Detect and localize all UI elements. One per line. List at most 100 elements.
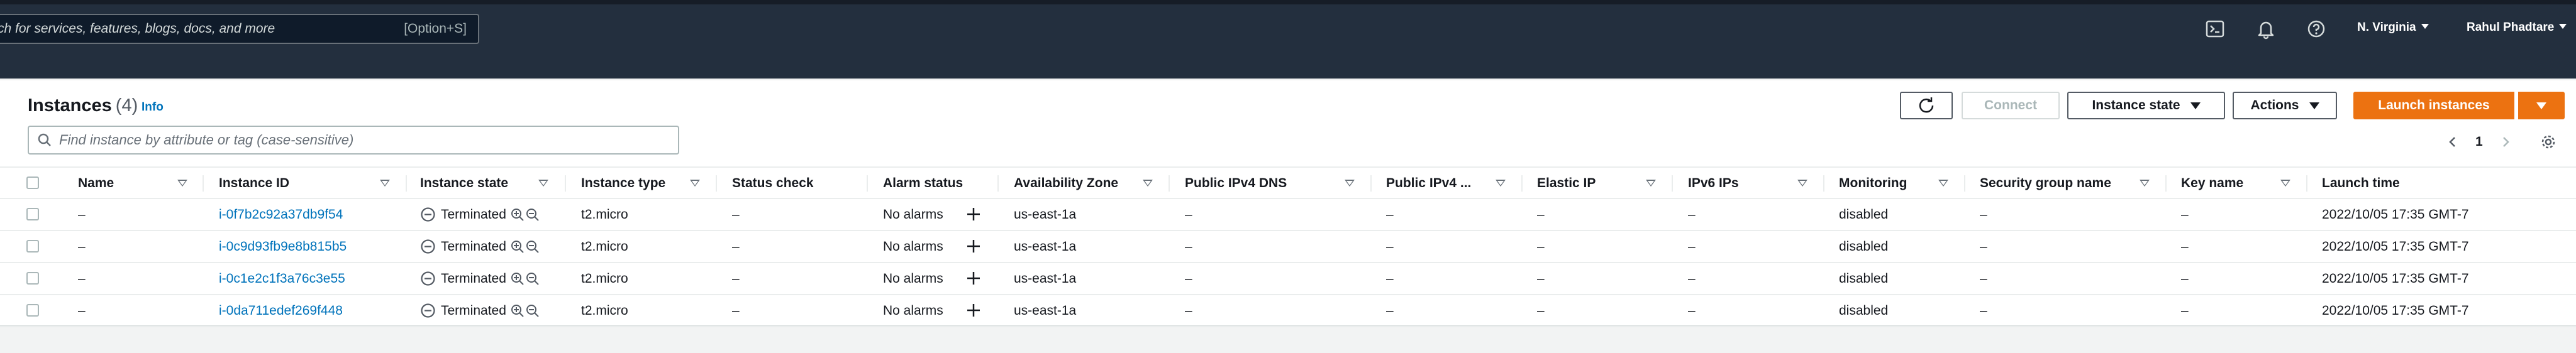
- col-public-ipv4[interactable]: Public IPv4 ...: [1386, 168, 1471, 199]
- zoom-out-icon[interactable]: [525, 303, 540, 318]
- instance-filter[interactable]: [28, 126, 679, 155]
- actions-label: Actions: [2250, 98, 2299, 112]
- sort-icon[interactable]: [1496, 180, 1506, 187]
- column-divider[interactable]: [997, 175, 999, 192]
- instance-state-button[interactable]: Instance state: [2067, 92, 2225, 119]
- chevron-right-icon[interactable]: [2499, 136, 2512, 148]
- preferences-button[interactable]: [2540, 129, 2557, 155]
- col-name[interactable]: Name: [78, 168, 114, 199]
- sort-icon[interactable]: [380, 180, 390, 187]
- cell-ipv4: –: [1386, 207, 1394, 222]
- sort-icon[interactable]: [177, 180, 187, 187]
- sort-icon[interactable]: [538, 180, 548, 187]
- launch-instances-button[interactable]: Launch instances: [2353, 92, 2514, 119]
- cell-state: Terminated: [420, 263, 540, 294]
- table-row[interactable]: – i-0c9d93fb9e8b815b5 Terminated t2.micr…: [0, 231, 2576, 263]
- refresh-icon: [1919, 97, 1934, 113]
- col-key-name[interactable]: Key name: [2181, 168, 2243, 199]
- col-security-group[interactable]: Security group name: [1980, 168, 2111, 199]
- zoom-out-icon[interactable]: [525, 239, 540, 254]
- col-ipv6[interactable]: IPv6 IPs: [1688, 168, 1739, 199]
- actions-button[interactable]: Actions: [2233, 92, 2337, 119]
- column-divider[interactable]: [203, 175, 204, 192]
- pagination: 1: [2446, 129, 2512, 155]
- instance-id-link[interactable]: i-0c9d93fb9e8b815b5: [219, 231, 347, 262]
- column-divider[interactable]: [565, 175, 566, 192]
- select-all-checkbox[interactable]: [26, 176, 39, 189]
- column-divider[interactable]: [1672, 175, 1673, 192]
- launch-dropdown-button[interactable]: [2518, 92, 2565, 119]
- col-availability-zone[interactable]: Availability Zone: [1014, 168, 1118, 199]
- col-elastic-ip[interactable]: Elastic IP: [1537, 168, 1596, 199]
- column-divider[interactable]: [2165, 175, 2167, 192]
- col-monitoring[interactable]: Monitoring: [1839, 168, 1907, 199]
- column-divider[interactable]: [716, 175, 717, 192]
- column-divider[interactable]: [2306, 175, 2307, 192]
- add-alarm-icon[interactable]: [966, 207, 981, 222]
- zoom-in-icon[interactable]: [510, 207, 525, 222]
- terminated-icon: [421, 271, 435, 286]
- instance-id-link[interactable]: i-0c1e2c1f3a76c3e55: [219, 263, 345, 294]
- col-alarm-status[interactable]: Alarm status: [883, 168, 963, 199]
- connect-button[interactable]: Connect: [1962, 92, 2060, 119]
- sort-icon[interactable]: [2280, 180, 2290, 187]
- table-row[interactable]: – i-0da711edef269f448 Terminated t2.micr…: [0, 295, 2576, 327]
- column-divider[interactable]: [1823, 175, 1824, 192]
- sort-icon[interactable]: [1143, 180, 1153, 187]
- column-divider[interactable]: [1964, 175, 1965, 192]
- region-label: N. Virginia: [2357, 21, 2416, 34]
- row-checkbox[interactable]: [26, 272, 39, 285]
- cell-status-check: –: [732, 271, 740, 286]
- col-instance-type[interactable]: Instance type: [581, 168, 665, 199]
- instance-state-label: Instance state: [2092, 98, 2180, 112]
- column-divider[interactable]: [406, 175, 407, 192]
- add-alarm-icon[interactable]: [966, 303, 981, 318]
- sort-icon[interactable]: [1345, 180, 1355, 187]
- sort-icon[interactable]: [2140, 180, 2150, 187]
- help-icon[interactable]: [2306, 18, 2327, 40]
- region-selector[interactable]: N. Virginia: [2357, 21, 2429, 35]
- add-alarm-icon[interactable]: [966, 239, 981, 254]
- zoom-in-icon[interactable]: [510, 239, 525, 254]
- instance-id-link[interactable]: i-0f7b2c92a37db9f54: [219, 199, 343, 230]
- row-checkbox[interactable]: [26, 240, 39, 253]
- sort-icon[interactable]: [1797, 180, 1807, 187]
- chevron-left-icon[interactable]: [2446, 136, 2459, 148]
- zoom-out-icon[interactable]: [525, 271, 540, 286]
- sort-icon[interactable]: [690, 180, 700, 187]
- column-divider[interactable]: [1521, 175, 1523, 192]
- zoom-in-icon[interactable]: [510, 271, 525, 286]
- instance-id-link[interactable]: i-0da711edef269f448: [219, 295, 343, 326]
- col-instance-id[interactable]: Instance ID: [219, 168, 289, 199]
- account-caret-icon: [2559, 24, 2567, 29]
- instance-count: (4): [115, 95, 138, 116]
- zoom-out-icon[interactable]: [525, 207, 540, 222]
- col-instance-state[interactable]: Instance state: [420, 168, 508, 199]
- sort-icon[interactable]: [1646, 180, 1656, 187]
- col-launch-time[interactable]: Launch time: [2322, 168, 2400, 199]
- col-public-dns[interactable]: Public IPv4 DNS: [1185, 168, 1287, 199]
- col-status-check[interactable]: Status check: [732, 168, 814, 199]
- column-divider[interactable]: [1169, 175, 1170, 192]
- terminated-icon: [421, 207, 435, 222]
- page-number[interactable]: 1: [2475, 134, 2483, 149]
- column-divider[interactable]: [1370, 175, 1372, 192]
- add-alarm-icon[interactable]: [966, 271, 981, 286]
- info-link[interactable]: Info: [142, 100, 164, 114]
- cell-security-group: –: [1980, 271, 1987, 286]
- refresh-button[interactable]: [1900, 92, 1953, 119]
- row-checkbox[interactable]: [26, 304, 39, 317]
- zoom-in-icon[interactable]: [510, 303, 525, 318]
- cell-launch-time: 2022/10/05 17:35 GMT-7: [2322, 271, 2469, 286]
- bell-icon[interactable]: [2255, 18, 2277, 40]
- table-row[interactable]: – i-0c1e2c1f3a76c3e55 Terminated t2.micr…: [0, 263, 2576, 295]
- global-search-input[interactable]: ch for services, features, blogs, docs, …: [0, 14, 479, 44]
- column-divider[interactable]: [867, 175, 868, 192]
- cell-ipv4: –: [1386, 271, 1394, 286]
- row-checkbox[interactable]: [26, 208, 39, 220]
- sort-icon[interactable]: [1938, 180, 1948, 187]
- filter-input[interactable]: [59, 132, 663, 148]
- account-menu[interactable]: Rahul Phadtare: [2467, 21, 2567, 35]
- cloudshell-icon[interactable]: [2204, 18, 2226, 40]
- table-row[interactable]: – i-0f7b2c92a37db9f54 Terminated t2.micr…: [0, 199, 2576, 231]
